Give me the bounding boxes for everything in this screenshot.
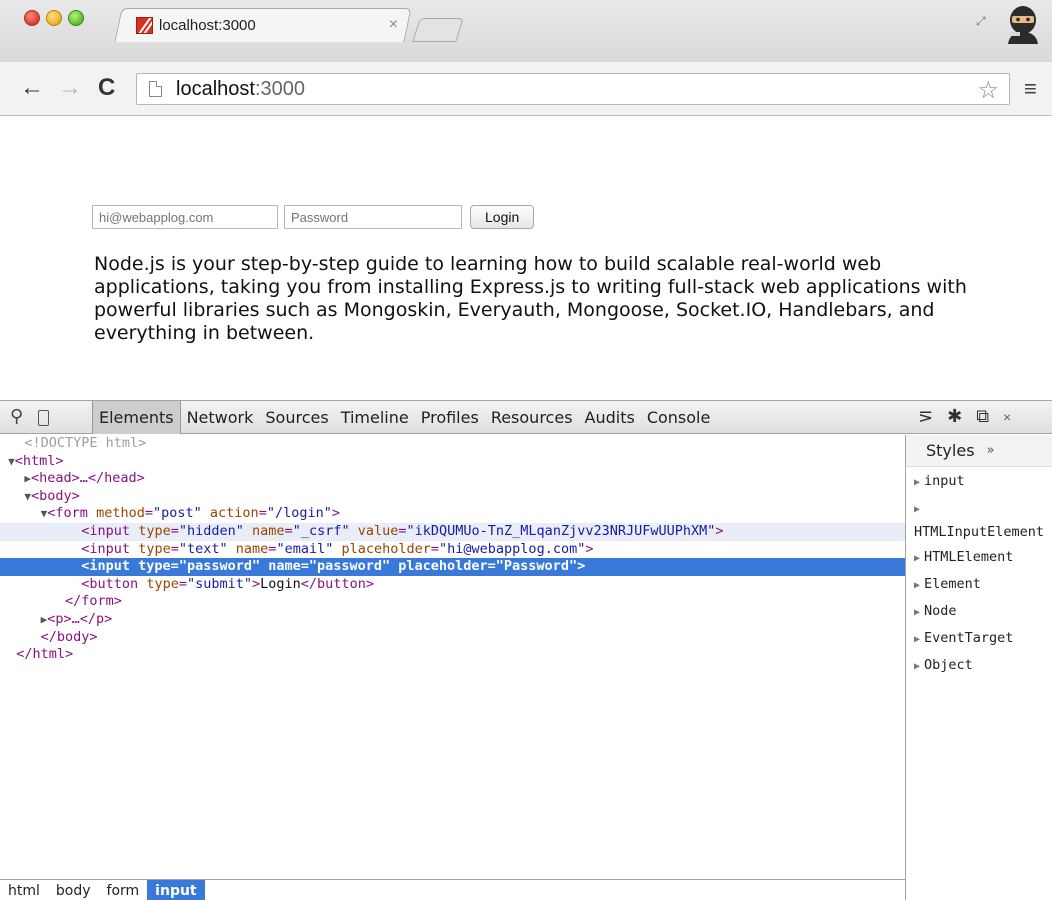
dom-node-html-close[interactable]: </html> (0, 646, 905, 664)
devtools-panel: ⚲ Elements Network Sources Timeline Prof… (0, 400, 1052, 900)
dom-node-doctype[interactable]: <!DOCTYPE html> (0, 435, 905, 453)
password-field[interactable] (284, 205, 462, 229)
prototype-item[interactable]: ▶ Object (914, 654, 1052, 678)
devtools-tabs: Elements Network Sources Timeline Profil… (92, 401, 716, 434)
tab-console[interactable]: Console (641, 401, 717, 434)
tab-sources[interactable]: Sources (259, 401, 334, 434)
more-panes-chevron-icon[interactable]: » (987, 443, 995, 458)
prototype-chain: ▶ input ▶ HTMLInputElement ▶ HTMLElement ▶ E… (906, 470, 1052, 678)
dom-node-head[interactable]: ▶<head>…</head> (0, 470, 905, 488)
breadcrumb-body[interactable]: body (48, 880, 99, 900)
dom-node-html[interactable]: ▼<html> (0, 453, 905, 471)
profile-avatar[interactable] (1004, 4, 1042, 44)
ninja-avatar-icon (1008, 6, 1038, 44)
tab-timeline[interactable]: Timeline (335, 401, 415, 434)
dom-node-input-email[interactable]: <input type="text" name="email" placehol… (0, 541, 905, 559)
prototype-item[interactable]: ▶ input (914, 470, 1052, 494)
fullscreen-icon[interactable]: ⤢ (976, 12, 994, 30)
breadcrumb-input[interactable]: input (147, 879, 205, 900)
reload-icon[interactable]: C (98, 76, 115, 100)
breadcrumb-html[interactable]: html (0, 880, 48, 900)
dom-node-button[interactable]: <button type="submit">Login</button> (0, 576, 905, 594)
tab-strip: localhost:3000 × ⤢ (0, 0, 1052, 62)
address-bar[interactable]: localhost:3000 ☆ (136, 73, 1010, 105)
tab-elements[interactable]: Elements (92, 401, 181, 434)
devtools-toolbar: ⚲ Elements Network Sources Timeline Prof… (0, 401, 1052, 434)
minimize-window-button[interactable] (46, 10, 62, 26)
browser-tab-content[interactable]: localhost:3000 × (136, 8, 406, 42)
devtools-right-icons: ⋝ ✱ ⧉ × (918, 406, 1011, 427)
inspect-search-icon[interactable]: ⚲ (10, 406, 23, 427)
bookmark-star-icon[interactable]: ☆ (977, 76, 999, 105)
new-tab-button[interactable] (412, 18, 464, 42)
prototype-item[interactable]: ▶ Node (914, 600, 1052, 624)
email-field[interactable] (92, 205, 278, 229)
dom-node-input-password[interactable]: <input type="password" name="password" p… (0, 558, 905, 576)
login-button[interactable]: Login (470, 205, 535, 229)
favicon-icon (136, 16, 153, 34)
forward-arrow-icon[interactable]: → (58, 76, 82, 100)
dom-node-body[interactable]: ▼<body> (0, 488, 905, 506)
styles-sidebar: Styles » ▶ input ▶ HTMLInputElement ▶ HTMLE… (905, 435, 1052, 900)
dom-node-body-close[interactable]: </body> (0, 629, 905, 647)
prototype-item[interactable]: ▶ EventTarget (914, 627, 1052, 651)
intro-paragraph: Node.js is your step-by-step guide to le… (94, 253, 967, 344)
close-devtools-icon[interactable]: × (1003, 409, 1011, 425)
tab-title: localhost:3000 (159, 16, 256, 34)
login-form: Login (92, 205, 535, 229)
styles-tab[interactable]: Styles » (906, 435, 1052, 467)
zoom-window-button[interactable] (68, 10, 84, 26)
dom-node-form-close[interactable]: </form> (0, 593, 905, 611)
tab-network[interactable]: Network (181, 401, 260, 434)
dom-node-input-csrf[interactable]: <input type="hidden" name="_csrf" value=… (0, 522, 905, 541)
device-mode-icon[interactable] (38, 410, 49, 426)
dock-side-icon[interactable]: ⧉ (976, 406, 989, 427)
elements-tree: <!DOCTYPE html> ▼<html> ▶<head>…</head> … (0, 435, 905, 879)
prototype-item[interactable]: ▶ Element (914, 573, 1052, 597)
url-text[interactable]: localhost:3000 (176, 78, 305, 101)
styles-label: Styles (926, 441, 975, 460)
close-window-button[interactable] (24, 10, 40, 26)
browser-toolbar: ← → C localhost:3000 ☆ (0, 62, 1052, 116)
page-viewport: Login Node.js is your step-by-step guide… (0, 117, 1052, 399)
hamburger-menu-icon[interactable]: ≡ (1024, 76, 1037, 102)
tab-audits[interactable]: Audits (579, 401, 641, 434)
prototype-item[interactable]: ▶ HTMLInputElement (914, 497, 1052, 543)
tab-close-icon[interactable]: × (389, 16, 398, 34)
back-arrow-icon[interactable]: ← (20, 76, 44, 100)
prototype-item[interactable]: ▶ HTMLElement (914, 546, 1052, 570)
dom-node-form[interactable]: ▼<form method="post" action="/login"> (0, 505, 905, 523)
element-breadcrumb: html body form input (0, 879, 905, 900)
tab-profiles[interactable]: Profiles (415, 401, 485, 434)
settings-gear-icon[interactable]: ✱ (947, 406, 962, 427)
page-icon (149, 81, 162, 97)
tab-resources[interactable]: Resources (485, 401, 579, 434)
show-drawer-icon[interactable]: ⋝ (918, 406, 933, 427)
dom-node-p[interactable]: ▶<p>…</p> (0, 611, 905, 629)
breadcrumb-form[interactable]: form (99, 880, 148, 900)
